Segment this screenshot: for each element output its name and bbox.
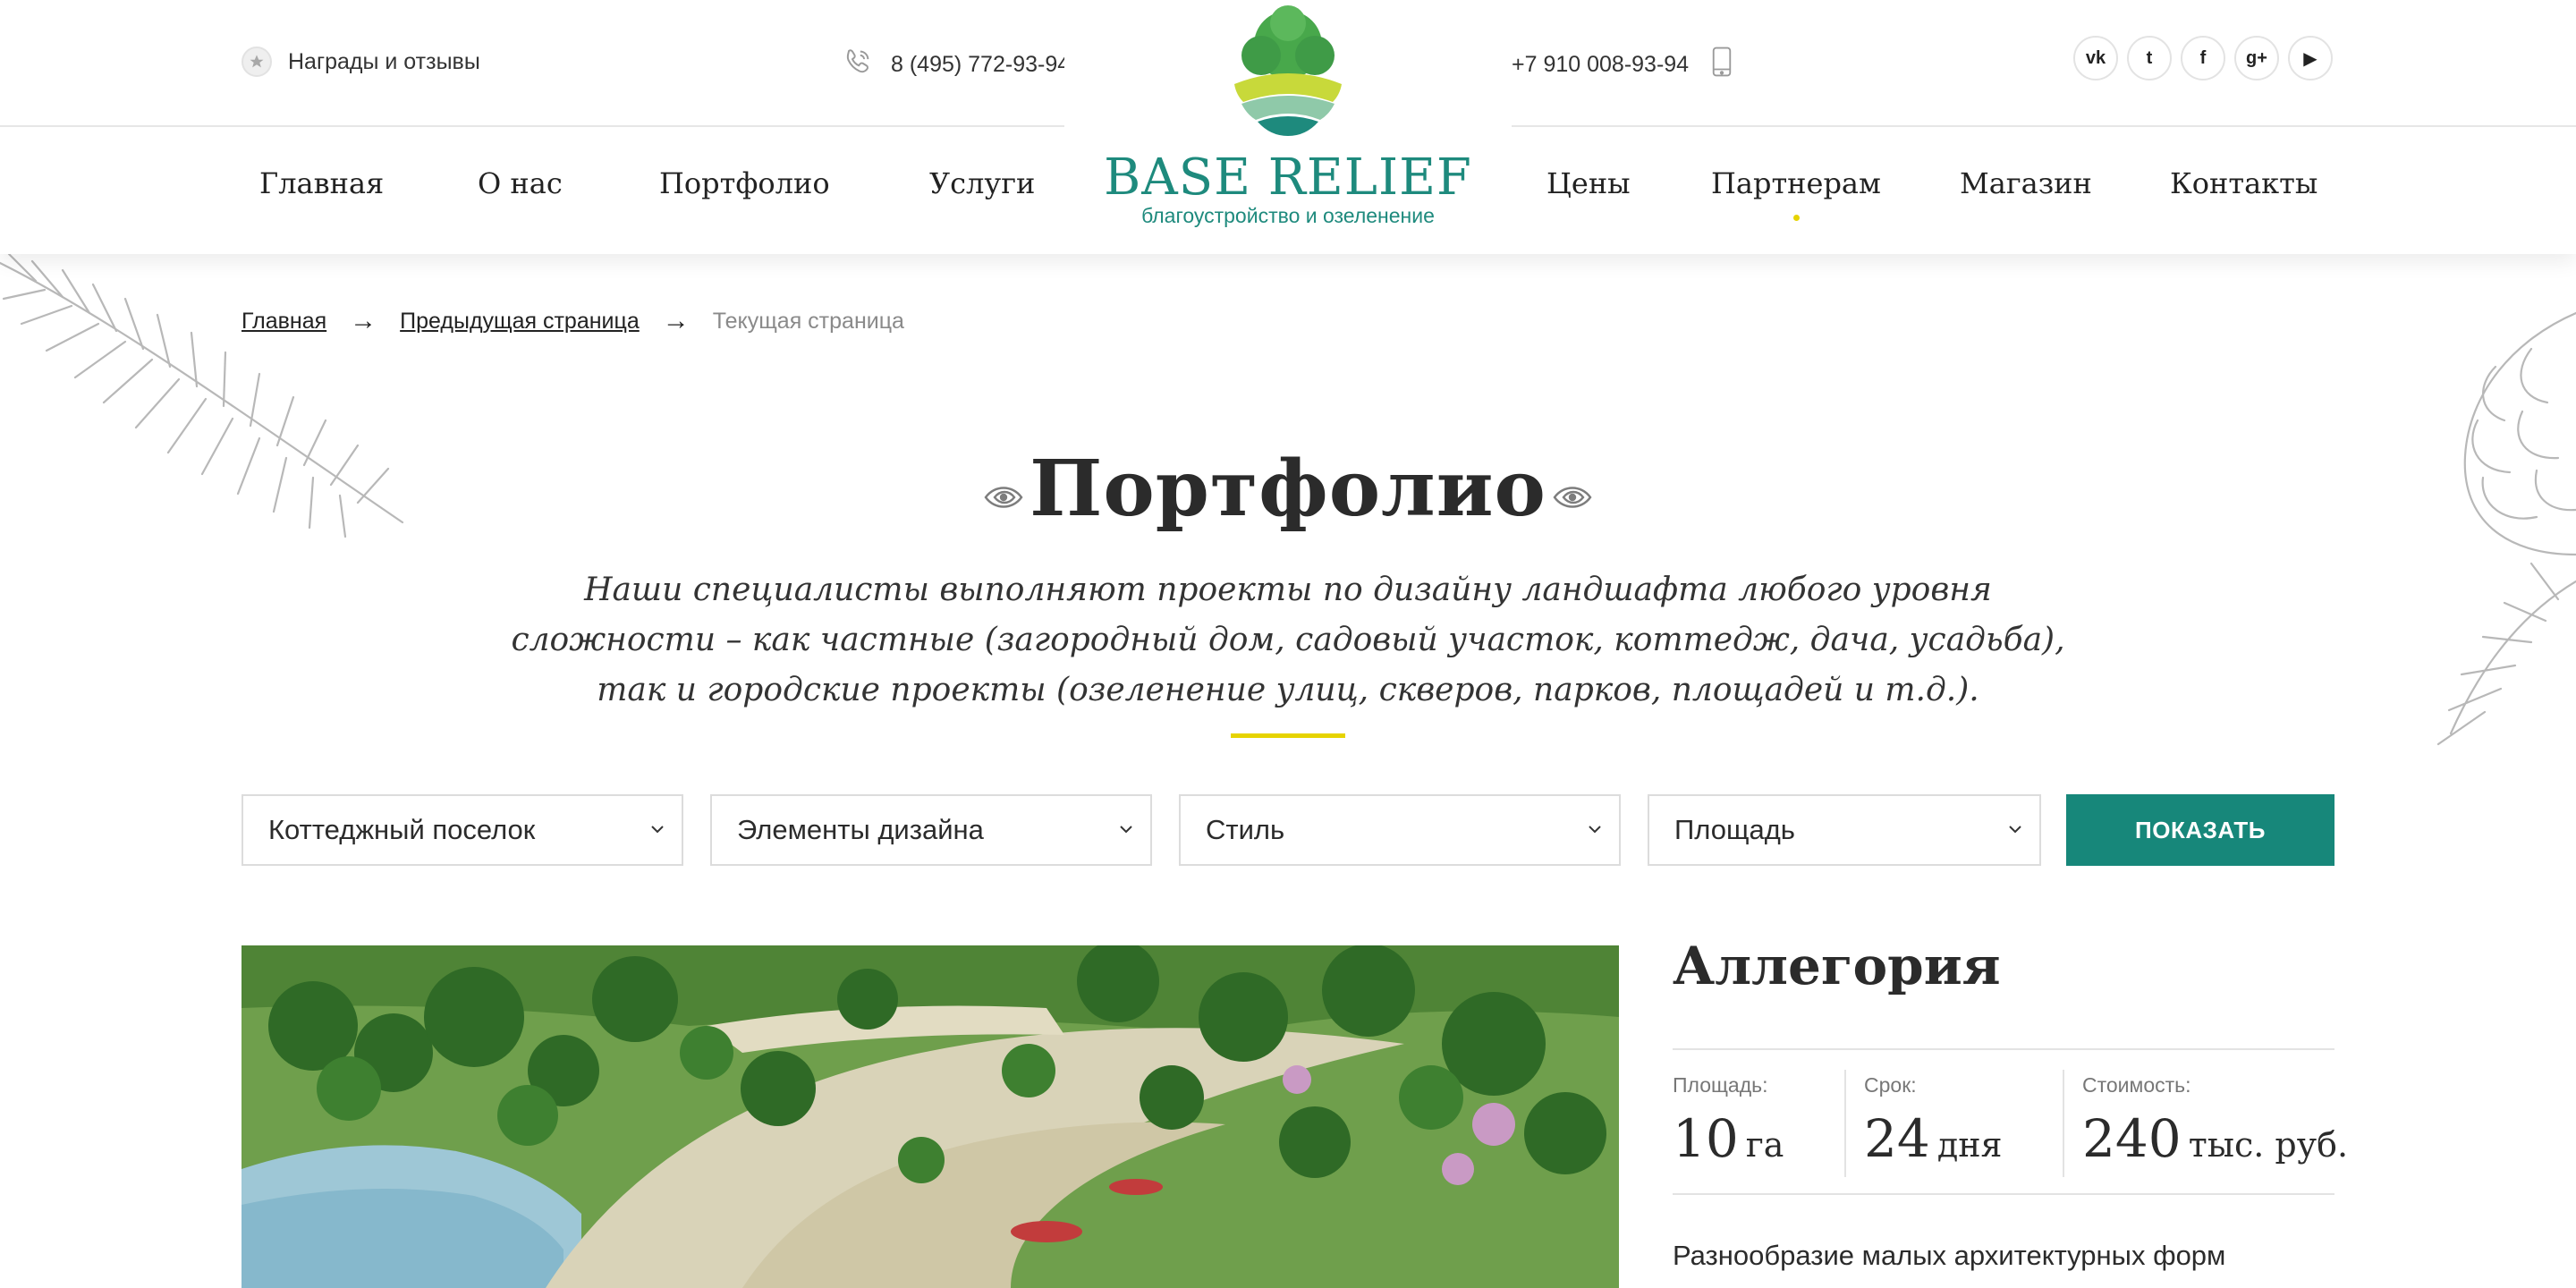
intro-text: Наши специалисты выполняют проекты по ди… xyxy=(511,572,2065,708)
nav-item-contacts[interactable]: Контакты xyxy=(2170,166,2318,200)
design-elements-select[interactable]: Элементы дизайна xyxy=(710,794,1152,866)
logo-subtitle: благоустройство и озеленение xyxy=(1141,204,1435,227)
site-header: Награды и отзывы 8 (495) 772-93-94 +7 91… xyxy=(0,0,2576,254)
breadcrumb-arrow-icon: → xyxy=(662,306,690,335)
project-stat-term: Срок: 24 дня xyxy=(1864,1073,2003,1169)
nav-item-prices[interactable]: Цены xyxy=(1546,166,1631,200)
cost-value: 240 xyxy=(2082,1108,2182,1169)
project-stat-area: Площадь: 10 га xyxy=(1673,1073,1784,1169)
breadcrumb-arrow-icon: → xyxy=(350,306,377,335)
nav-marker-dot xyxy=(1792,215,1800,221)
project-title: Аллегория xyxy=(1673,936,2001,996)
show-button[interactable]: ПОКАЗАТЬ xyxy=(2066,794,2334,866)
project-divider-bottom xyxy=(1673,1193,2334,1195)
breadcrumb-previous[interactable]: Предыдущая страница xyxy=(400,309,640,335)
area-unit: га xyxy=(1745,1125,1784,1165)
awards-label: Награды и отзывы xyxy=(288,48,480,74)
site-logo[interactable]: BASE RELIEF благоустройство и озеленение xyxy=(1064,0,1512,254)
term-label: Срок: xyxy=(1864,1073,1917,1097)
area-value: Площадь xyxy=(1674,814,1795,845)
nav-item-partners[interactable]: Партнерам xyxy=(1711,166,1881,221)
ornament-left-icon xyxy=(984,487,1023,508)
header-divider-left xyxy=(0,125,1064,127)
tree-logo-icon xyxy=(1234,5,1342,136)
style-value: Стиль xyxy=(1206,814,1285,845)
facebook-icon[interactable]: f xyxy=(2181,36,2225,80)
object-type-select[interactable]: Коттеджный поселок xyxy=(242,794,683,866)
chevron-down-icon xyxy=(1120,826,1132,834)
project-image[interactable] xyxy=(242,945,1619,1288)
nav-item-home[interactable]: Главная xyxy=(259,166,384,200)
object-type-value: Коттеджный поселок xyxy=(268,814,536,845)
cost-label: Стоимость: xyxy=(2082,1073,2191,1097)
nav-item-about[interactable]: О нас xyxy=(478,166,563,200)
chevron-down-icon xyxy=(1589,826,1601,834)
breadcrumb: Главная → Предыдущая страница → Текущая … xyxy=(242,306,904,336)
youtube-icon[interactable]: ▶ xyxy=(2288,36,2333,80)
stat-divider xyxy=(1844,1070,1846,1177)
page-title: Портфолио xyxy=(1030,444,1546,534)
social-links: vk t f g+ ▶ xyxy=(2073,36,2333,80)
google-plus-icon[interactable]: g+ xyxy=(2234,36,2279,80)
ornament-right-icon xyxy=(1553,487,1592,508)
phone-mobile-number: +7 910 008-93-94 xyxy=(1512,52,1690,77)
design-elements-value: Элементы дизайна xyxy=(737,814,984,845)
nav-item-portfolio[interactable]: Портфолио xyxy=(659,166,830,200)
nav-item-shop[interactable]: Магазин xyxy=(1960,166,2092,200)
term-unit: дня xyxy=(1936,1125,2003,1165)
area-select[interactable]: Площадь xyxy=(1648,794,2041,866)
cost-unit: тыс. руб. xyxy=(2188,1125,2349,1165)
intro-divider xyxy=(1231,733,1345,738)
title-block: Портфолио xyxy=(0,444,2576,534)
chevron-down-icon xyxy=(651,826,664,834)
awards-link[interactable]: Награды и отзывы xyxy=(242,47,480,77)
chevron-down-icon xyxy=(2009,826,2021,834)
logo-title: BASE RELIEF xyxy=(1104,148,1472,207)
stat-divider xyxy=(2063,1070,2064,1177)
breadcrumb-current: Текущая страница xyxy=(712,308,904,334)
project-divider-top xyxy=(1673,1048,2334,1050)
twitter-icon[interactable]: t xyxy=(2127,36,2172,80)
vk-icon[interactable]: vk xyxy=(2073,36,2118,80)
project-description: Разнообразие малых архитектурных форм xyxy=(1673,1240,2226,1271)
header-divider-right xyxy=(1512,125,2576,127)
phone-icon xyxy=(843,47,873,83)
area-value: 10 xyxy=(1673,1108,1739,1169)
area-label: Площадь: xyxy=(1673,1073,1768,1097)
phone-mobile-link[interactable]: +7 910 008-93-94 xyxy=(1512,47,1732,83)
project-stat-cost: Стоимость: 240 тыс. руб. xyxy=(2082,1073,2348,1169)
phone-main-link[interactable]: 8 (495) 772-93-94 xyxy=(843,47,1070,83)
nav-item-partners-label: Партнерам xyxy=(1711,166,1881,200)
landscape-photo xyxy=(242,945,1619,1288)
term-value: 24 xyxy=(1864,1108,1930,1169)
phone-main-number: 8 (495) 772-93-94 xyxy=(891,52,1071,77)
mobile-phone-icon xyxy=(1712,47,1732,83)
nav-item-services[interactable]: Услуги xyxy=(929,166,1035,200)
style-select[interactable]: Стиль xyxy=(1179,794,1621,866)
breadcrumb-home[interactable]: Главная xyxy=(242,309,326,335)
star-icon xyxy=(242,47,272,77)
